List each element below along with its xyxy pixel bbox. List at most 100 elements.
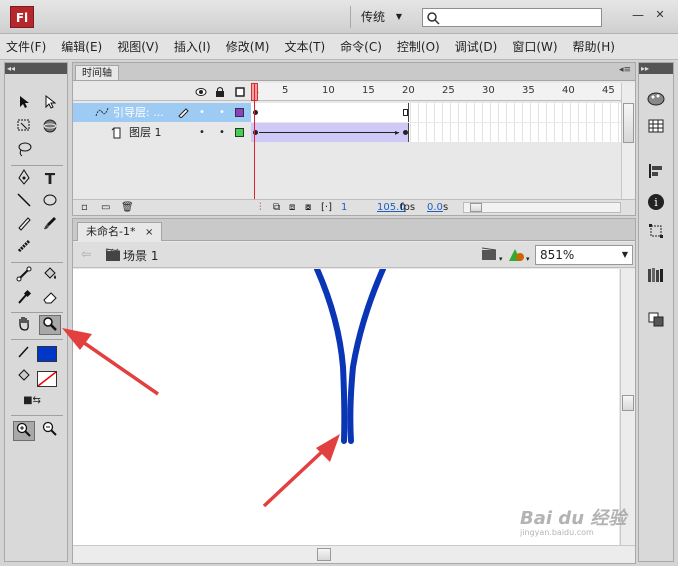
watermark-text: Bai du 经验: [520, 508, 627, 529]
zoom-out-icon[interactable]: [39, 421, 61, 441]
new-layer-icon[interactable]: ▫: [81, 202, 88, 213]
close-icon[interactable]: ×: [145, 227, 153, 238]
edit-multiple-icon[interactable]: ⧇: [305, 202, 311, 213]
stroke-color-swatch[interactable]: [37, 346, 57, 362]
menu-window[interactable]: 窗口(W): [512, 38, 557, 55]
hand-tool-icon[interactable]: [13, 315, 35, 335]
minimize-button[interactable]: —: [630, 8, 646, 24]
layer-color-swatch[interactable]: [235, 128, 244, 137]
expand-icon[interactable]: ▸▸: [639, 63, 673, 74]
color-panel-icon[interactable]: [646, 91, 666, 111]
text-tool-icon[interactable]: T: [39, 169, 61, 189]
line-tool-icon[interactable]: [13, 192, 35, 212]
frames-row-1[interactable]: ▸: [251, 123, 621, 142]
frame-number: 5: [282, 85, 289, 96]
zoom-in-icon[interactable]: [13, 421, 35, 441]
timeline-empty-area: [251, 143, 621, 199]
menu-commands[interactable]: 命令(C): [340, 38, 382, 55]
close-button[interactable]: ✕: [652, 8, 668, 24]
back-arrow-icon[interactable]: ⇦: [81, 247, 91, 261]
delete-layer-icon[interactable]: 🗑: [121, 202, 134, 213]
pencil-icon: [178, 108, 189, 118]
menu-insert[interactable]: 插入(I): [174, 38, 211, 55]
current-frame-value[interactable]: 1: [341, 202, 347, 213]
components-panel-icon[interactable]: [646, 311, 666, 331]
menu-view[interactable]: 视图(V): [117, 38, 159, 55]
scene-label[interactable]: 场景 1: [123, 247, 158, 264]
menu-text[interactable]: 文本(T): [284, 38, 325, 55]
fill-color-icon[interactable]: [13, 368, 35, 388]
visibility-dot[interactable]: •: [199, 103, 205, 122]
center-frame-icon[interactable]: ⫶: [259, 202, 262, 213]
eraser-tool-icon[interactable]: [39, 289, 61, 309]
lock-icon[interactable]: [215, 86, 225, 97]
layer-row-1[interactable]: 图层 1 • •: [73, 123, 251, 142]
menu-help[interactable]: 帮助(H): [573, 38, 615, 55]
menu-modify[interactable]: 修改(M): [226, 38, 270, 55]
workspace-switcher[interactable]: 传统 ▼: [350, 6, 406, 28]
deco-tool-icon[interactable]: [13, 238, 35, 258]
new-folder-icon[interactable]: ▭: [101, 202, 110, 213]
frame-number: 30: [482, 85, 495, 96]
onion-outline-icon[interactable]: ⧈: [289, 202, 295, 213]
tool-divider: [11, 339, 63, 340]
stage-hscroll[interactable]: [73, 545, 635, 563]
brush-tool-icon[interactable]: [39, 215, 61, 235]
zoom-level-select[interactable]: 851% ▼: [535, 245, 633, 265]
onion-skin-icon[interactable]: ⧉: [273, 202, 280, 213]
fill-color-swatch[interactable]: [37, 371, 57, 387]
swap-colors-icon[interactable]: ■⇆: [21, 391, 43, 411]
swatches-panel-icon[interactable]: [646, 119, 666, 139]
pencil-tool-icon[interactable]: [13, 215, 35, 235]
onion-markers-icon[interactable]: [·]: [321, 202, 332, 213]
bone-tool-icon[interactable]: [13, 266, 35, 286]
lock-dot[interactable]: •: [219, 103, 225, 122]
layer-color-swatch[interactable]: [235, 108, 244, 117]
menu-file[interactable]: 文件(F): [6, 38, 46, 55]
elapsed-time-value[interactable]: 0.0: [427, 202, 443, 213]
panel-menu-icon[interactable]: ◂≡: [619, 65, 631, 75]
collapse-icon[interactable]: ◂◂: [5, 63, 67, 74]
free-transform-tool-icon[interactable]: [13, 118, 35, 138]
timeline-hscroll[interactable]: [463, 202, 621, 213]
layer-row-guide[interactable]: 引导层: ... • •: [73, 103, 251, 122]
frames-row-guide[interactable]: [251, 103, 621, 122]
menu-control[interactable]: 控制(O): [397, 38, 440, 55]
tab-timeline[interactable]: 时间轴: [75, 65, 119, 80]
stroke-color-icon[interactable]: [13, 343, 35, 363]
baidu-watermark: Bai du 经验 jingyan.baidu.com: [520, 504, 660, 544]
eye-icon[interactable]: [195, 87, 207, 97]
app-logo: Fl: [10, 6, 34, 28]
timeline-panel: 时间轴 ◂≡ 1 5 10 15 20 25 30 35 40 45 引导层: …: [72, 62, 636, 216]
outline-icon[interactable]: [235, 87, 245, 97]
pen-tool-icon[interactable]: [13, 169, 35, 189]
menu-edit[interactable]: 编辑(E): [61, 38, 102, 55]
edit-scene-icon[interactable]: ▾: [481, 247, 503, 263]
menu-debug[interactable]: 调试(D): [455, 38, 498, 55]
selection-tool-icon[interactable]: [13, 95, 35, 115]
3d-rotation-tool-icon[interactable]: [39, 118, 61, 138]
oval-tool-icon[interactable]: [39, 192, 61, 212]
paint-bucket-tool-icon[interactable]: [39, 266, 61, 286]
zoom-tool-icon[interactable]: [39, 315, 61, 335]
document-tab[interactable]: 未命名-1* ×: [77, 222, 163, 241]
frame-number: 10: [322, 85, 335, 96]
lock-dot[interactable]: •: [219, 123, 225, 142]
timeline-vscroll[interactable]: [621, 83, 635, 199]
library-panel-icon[interactable]: [646, 267, 666, 287]
svg-text:▾: ▾: [499, 255, 503, 263]
fps-unit: fps: [400, 202, 416, 213]
edit-symbols-icon[interactable]: ▾: [507, 247, 531, 263]
visibility-dot[interactable]: •: [199, 123, 205, 142]
help-search-input[interactable]: [422, 8, 602, 27]
transform-panel-icon[interactable]: [646, 223, 666, 243]
tool-divider: [11, 165, 63, 166]
frame-number: 35: [522, 85, 535, 96]
subselection-tool-icon[interactable]: [39, 94, 61, 115]
align-panel-icon[interactable]: [646, 163, 666, 183]
lasso-tool-icon[interactable]: [13, 141, 35, 161]
frame-ruler[interactable]: 1 5 10 15 20 25 30 35 40 45: [251, 83, 621, 101]
eyedropper-tool-icon[interactable]: [13, 289, 35, 309]
frame-number: 45: [602, 85, 615, 96]
info-icon[interactable]: i: [646, 193, 666, 213]
